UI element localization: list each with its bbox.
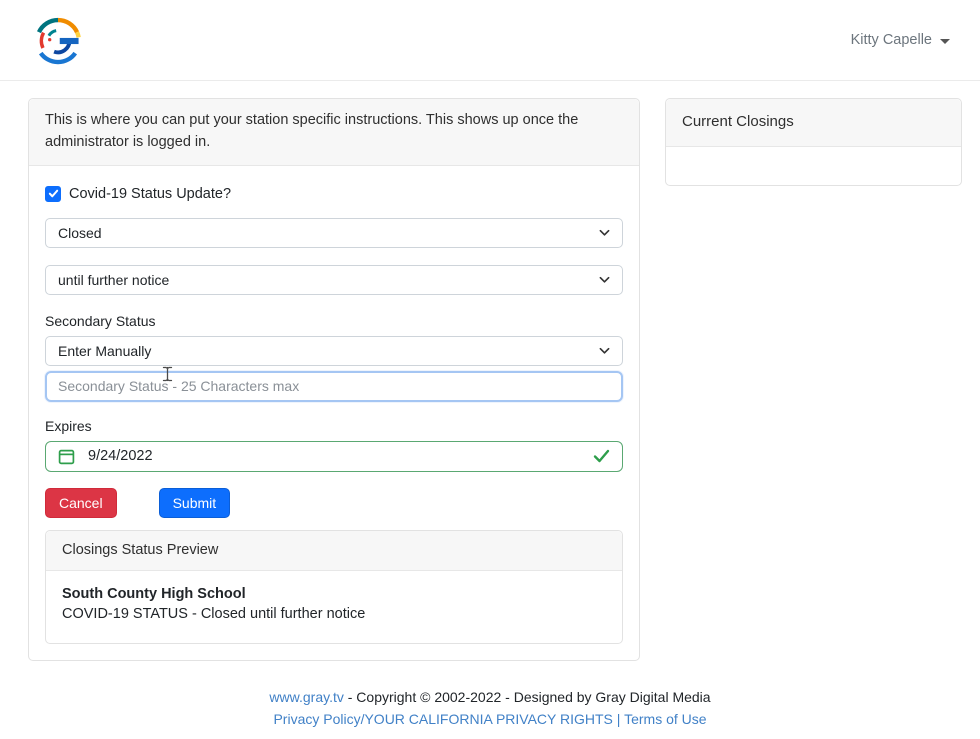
closings-form-card: This is where you can put your station s…	[28, 98, 640, 661]
expires-date-value: 9/24/2022	[88, 448, 580, 464]
top-navbar: Kitty Capelle	[0, 0, 980, 81]
current-closings-title: Current Closings	[666, 99, 961, 147]
preview-school-name: South County High School	[62, 586, 606, 602]
chevron-down-icon	[599, 229, 610, 237]
sidebar-column: Current Closings	[665, 98, 962, 186]
footer-copyright-line: www.gray.tv - Copyright © 2002-2022 - De…	[0, 687, 980, 709]
preview-status-line: COVID-19 STATUS - Closed until further n…	[62, 606, 606, 622]
preview-title: Closings Status Preview	[46, 531, 622, 572]
current-closings-body	[666, 147, 961, 185]
covid-status-checkbox-row: Covid-19 Status Update?	[45, 184, 623, 204]
copyright-text: - Copyright © 2002-2022 - Designed by Gr…	[344, 689, 711, 705]
privacy-policy-link[interactable]: Privacy Policy/YOUR CALIFORNIA PRIVACY R…	[273, 711, 612, 727]
status-select-value: Closed	[58, 225, 102, 241]
duration-select[interactable]: until further notice	[45, 265, 623, 295]
gray-tv-link[interactable]: www.gray.tv	[269, 689, 343, 705]
user-menu[interactable]: Kitty Capelle	[851, 32, 950, 48]
form-buttons: Cancel Submit	[45, 488, 623, 518]
covid-status-checkbox[interactable]	[45, 186, 61, 202]
covid-status-checkbox-label: Covid-19 Status Update?	[69, 186, 231, 202]
gray-logo-icon	[30, 12, 86, 70]
page-footer: www.gray.tv - Copyright © 2002-2022 - De…	[0, 687, 980, 730]
station-instructions: This is where you can put your station s…	[29, 99, 639, 166]
calendar-icon	[58, 448, 75, 465]
cancel-button[interactable]: Cancel	[45, 488, 117, 518]
closings-status-preview-card: Closings Status Preview South County Hig…	[45, 530, 623, 645]
gray-tv-logo[interactable]	[30, 12, 86, 70]
expires-label: Expires	[45, 418, 623, 434]
main-column: This is where you can put your station s…	[28, 98, 640, 661]
status-select[interactable]: Closed	[45, 218, 623, 248]
caret-down-icon	[940, 39, 950, 44]
secondary-status-select[interactable]: Enter Manually	[45, 336, 623, 366]
expires-date-input[interactable]: 9/24/2022	[45, 441, 623, 472]
footer-separator: |	[613, 711, 624, 727]
submit-button[interactable]: Submit	[159, 488, 231, 518]
current-closings-card: Current Closings	[665, 98, 962, 186]
secondary-status-select-value: Enter Manually	[58, 343, 151, 359]
chevron-down-icon	[599, 276, 610, 284]
closings-form: Covid-19 Status Update? Closed until fur…	[29, 166, 639, 661]
user-name: Kitty Capelle	[851, 32, 932, 48]
secondary-status-label: Secondary Status	[45, 313, 623, 329]
check-icon	[48, 188, 59, 199]
preview-body: South County High School COVID-19 STATUS…	[46, 571, 622, 643]
terms-of-use-link[interactable]: Terms of Use	[624, 711, 706, 727]
page-content: This is where you can put your station s…	[0, 81, 980, 661]
chevron-down-icon	[599, 347, 610, 355]
footer-links-line: Privacy Policy/YOUR CALIFORNIA PRIVACY R…	[0, 709, 980, 731]
secondary-status-input[interactable]	[45, 371, 623, 402]
duration-select-value: until further notice	[58, 272, 169, 288]
valid-check-icon	[593, 449, 610, 463]
